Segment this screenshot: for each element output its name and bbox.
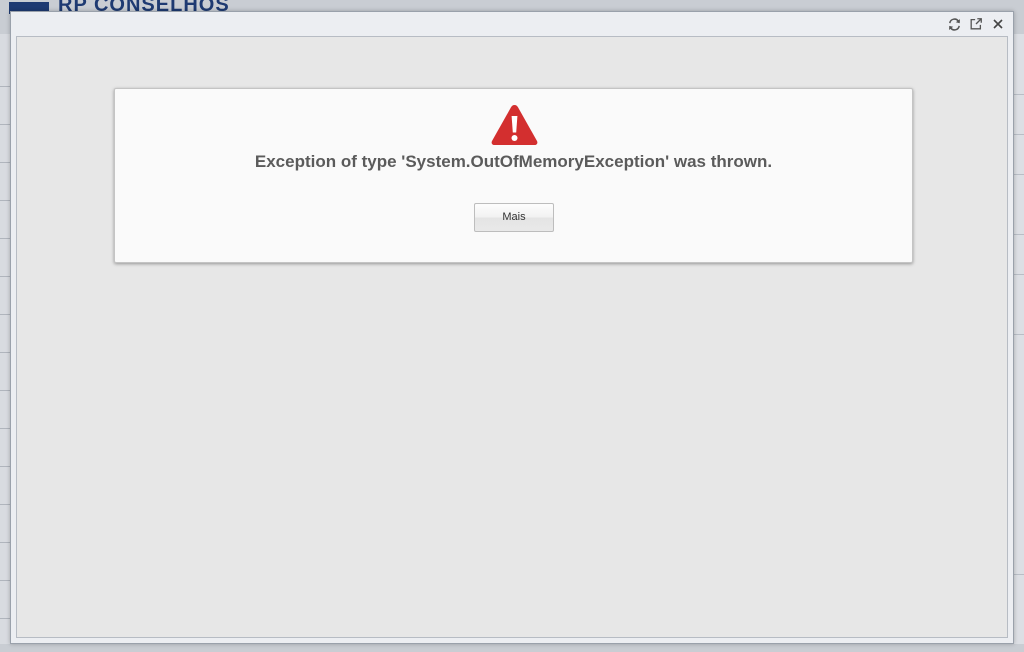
error-panel: Exception of type 'System.OutOfMemoryExc… — [114, 88, 913, 263]
more-button[interactable]: Mais — [474, 203, 554, 232]
external-link-icon[interactable] — [968, 16, 984, 32]
error-message: Exception of type 'System.OutOfMemoryExc… — [254, 152, 773, 171]
close-icon[interactable] — [990, 16, 1006, 32]
warning-triangle-icon — [491, 105, 538, 145]
window-titlebar — [11, 12, 1013, 36]
window-content: Exception of type 'System.OutOfMemoryExc… — [16, 36, 1008, 638]
refresh-icon[interactable] — [946, 16, 962, 32]
left-grid-strip — [0, 34, 10, 644]
modal-window: Exception of type 'System.OutOfMemoryExc… — [10, 11, 1014, 644]
